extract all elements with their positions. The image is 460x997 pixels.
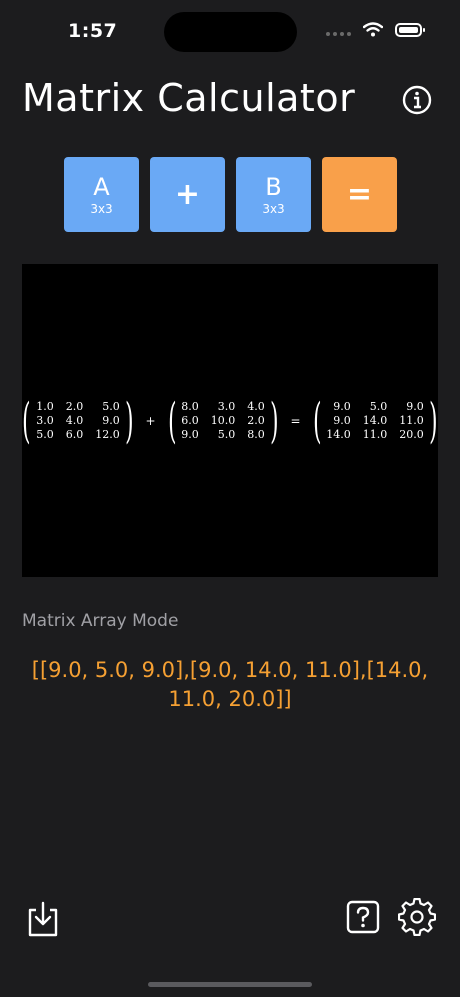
info-icon[interactable] — [401, 84, 433, 116]
matrix-a-cell: 2.0 — [65, 399, 84, 413]
result-array-text: [[9.0, 5.0, 9.0],[9.0, 14.0, 11.0],[14.0… — [31, 658, 429, 711]
matrix-a-cell: 5.0 — [36, 427, 54, 441]
page-title: Matrix Calculator — [22, 76, 356, 120]
matrix-result-cell: 11.0 — [399, 413, 424, 427]
matrix-result: ( 9.0 5.0 9.0 9.0 14.0 11.0 14.0 11.0 20… — [308, 392, 443, 449]
formula-display: ( 1.0 2.0 5.0 3.0 4.0 9.0 5.0 6.0 12.0 )… — [22, 264, 438, 577]
matrix-b-size: 3x3 — [262, 201, 285, 216]
matrix-a-cell: 4.0 — [65, 413, 84, 427]
operator-label: + — [174, 177, 201, 212]
matrix-a-label: A — [93, 172, 110, 201]
matrix-b-cell: 5.0 — [217, 427, 236, 441]
matrix-b-cell: 10.0 — [210, 413, 236, 427]
matrix-b-cell: 6.0 — [181, 413, 199, 427]
matrix-b-cell: 3.0 — [217, 399, 236, 413]
matrix-b-cell: 8.0 — [181, 399, 199, 413]
download-icon[interactable] — [26, 900, 60, 938]
matrix-b: ( 8.0 3.0 4.0 6.0 10.0 2.0 9.0 5.0 8.0 ) — [163, 392, 284, 449]
matrix-b-button[interactable]: B 3x3 — [236, 157, 311, 232]
matrix-a: ( 1.0 2.0 5.0 3.0 4.0 9.0 5.0 6.0 12.0 ) — [17, 392, 138, 449]
matrix-result-cell: 20.0 — [399, 427, 424, 441]
matrix-b-label: B — [265, 172, 282, 201]
equals-label: = — [346, 177, 373, 212]
matrix-b-cell: 2.0 — [247, 413, 265, 427]
cellular-signal-icon — [326, 24, 351, 36]
gear-icon[interactable] — [398, 898, 436, 936]
formula-operator: + — [145, 413, 156, 428]
matrix-result-cell: 5.0 — [369, 399, 388, 413]
status-icons — [326, 22, 425, 37]
matrix-a-cell: 6.0 — [65, 427, 84, 441]
matrix-result-cell: 9.0 — [406, 399, 424, 413]
matrix-a-cell: 12.0 — [95, 427, 120, 441]
paren-right: ) — [269, 392, 279, 449]
matrix-result-cell: 9.0 — [333, 413, 351, 427]
wifi-icon — [363, 22, 383, 37]
matrix-a-cell: 5.0 — [102, 399, 120, 413]
operation-button-row: A 3x3 + B 3x3 = — [64, 157, 397, 232]
status-time: 1:57 — [68, 20, 118, 42]
status-bar: 1:57 — [0, 0, 460, 60]
matrix-a-size: 3x3 — [90, 201, 113, 216]
matrix-a-button[interactable]: A 3x3 — [64, 157, 139, 232]
equals-button[interactable]: = — [322, 157, 397, 232]
matrix-a-cell: 9.0 — [102, 413, 120, 427]
home-indicator — [148, 982, 312, 987]
matrix-result-cell: 9.0 — [333, 399, 351, 413]
array-mode-label: Matrix Array Mode — [22, 611, 179, 631]
matrix-result-cell: 14.0 — [362, 413, 388, 427]
battery-icon — [395, 22, 425, 37]
matrix-b-cell: 9.0 — [181, 427, 199, 441]
formula: ( 1.0 2.0 5.0 3.0 4.0 9.0 5.0 6.0 12.0 )… — [22, 264, 438, 577]
paren-left: ( — [312, 392, 322, 449]
matrix-b-cell: 8.0 — [247, 427, 265, 441]
help-icon[interactable] — [346, 900, 380, 934]
paren-left: ( — [167, 392, 177, 449]
operator-button[interactable]: + — [150, 157, 225, 232]
matrix-a-cell: 1.0 — [36, 399, 54, 413]
matrix-b-cell: 4.0 — [247, 399, 265, 413]
matrix-a-cell: 3.0 — [36, 413, 54, 427]
matrix-result-cell: 14.0 — [326, 427, 351, 441]
paren-left: ( — [22, 392, 32, 449]
matrix-result-cell: 11.0 — [362, 427, 388, 441]
dynamic-island — [164, 12, 297, 52]
paren-right: ) — [428, 392, 438, 449]
formula-equals: = — [290, 413, 301, 428]
paren-right: ) — [124, 392, 134, 449]
